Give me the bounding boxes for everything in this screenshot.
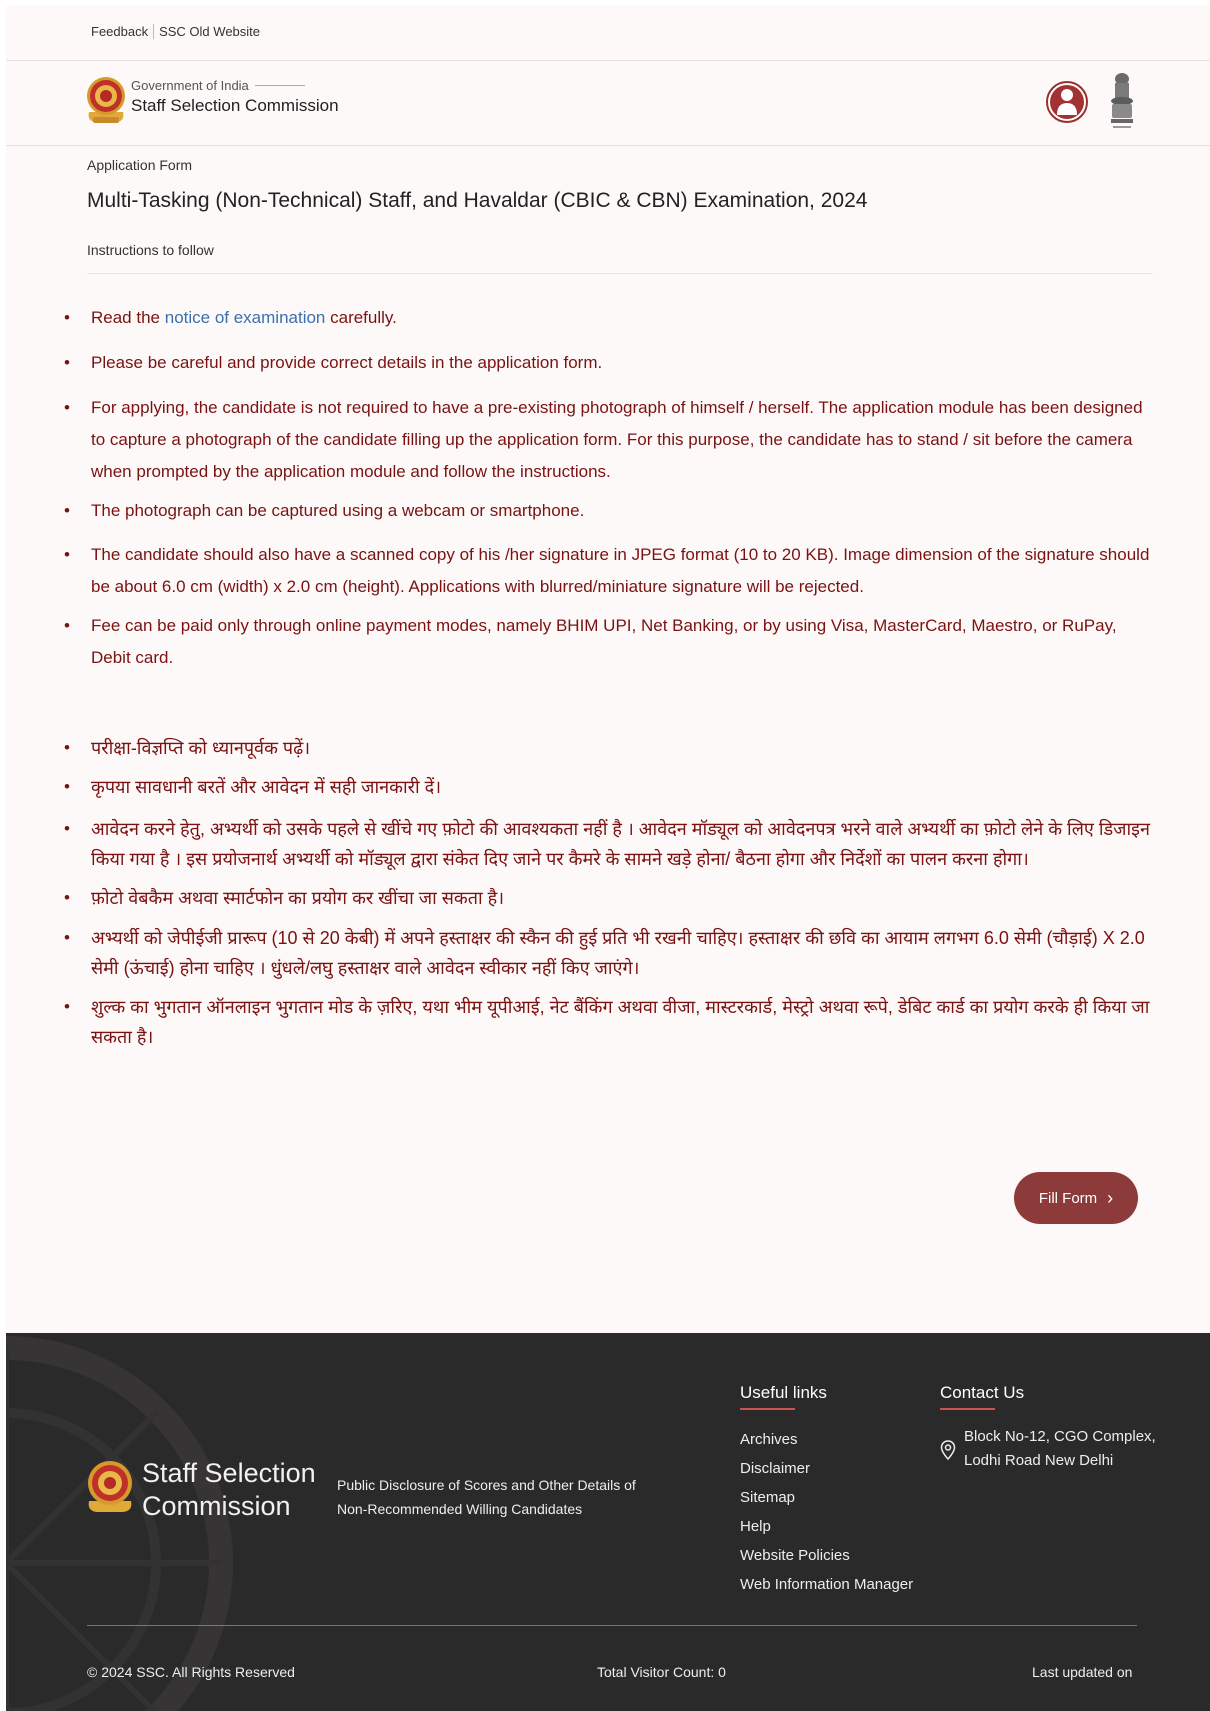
old-website-link[interactable]: SSC Old Website (159, 24, 260, 39)
list-item: The candidate should also have a scanned… (62, 539, 1152, 603)
list-item: For applying, the candidate is not requi… (62, 392, 1152, 488)
useful-links-list: Archives Disclaimer Sitemap Help Website… (740, 1425, 913, 1599)
site-header: Government of India Staff Selection Comm… (6, 61, 1210, 146)
public-disclosure-link[interactable]: Public Disclosure of Scores and Other De… (337, 1473, 647, 1521)
useful-links-heading: Useful links (740, 1383, 827, 1410)
list-item: कृपया सावधानी बरतें और आवेदन में सही जान… (62, 772, 1152, 802)
footer-divider (87, 1625, 1137, 1626)
gov-of-india-label: Government of India (131, 78, 339, 93)
heading-underline (940, 1408, 995, 1410)
divider (87, 273, 1153, 274)
site-footer: Staff Selection Commission Public Disclo… (6, 1333, 1210, 1711)
footer-org-line: Commission (142, 1491, 291, 1521)
list-item: शुल्क का भुगतान ऑनलाइन भुगतान मोड के ज़र… (62, 992, 1152, 1052)
contact-us-title: Contact Us (940, 1383, 1025, 1402)
feedback-link[interactable]: Feedback (91, 24, 148, 39)
top-utility-bar: Feedback SSC Old Website (6, 6, 1210, 61)
copyright: © 2024 SSC. All Rights Reserved (87, 1664, 295, 1680)
page: Feedback SSC Old Website Government of I… (6, 6, 1210, 1711)
list-item: परीक्षा-विज्ञप्ति को ध्यानपूर्वक पढ़ें। (62, 733, 1152, 763)
list-item: अभ्यर्थी को जेपीईजी प्रारूप (10 से 20 के… (62, 923, 1152, 983)
breadcrumb: Application Form (87, 157, 193, 173)
contact-address: Block No-12, CGO Complex, Lodhi Road New… (940, 1425, 1156, 1473)
list-item: The photograph can be captured using a w… (62, 495, 1152, 527)
fill-form-button[interactable]: Fill Form › (1014, 1172, 1138, 1224)
sitemap-link[interactable]: Sitemap (740, 1483, 913, 1512)
divider (153, 24, 155, 39)
footer-org-line: Staff Selection (142, 1458, 316, 1488)
heading-underline (740, 1408, 795, 1410)
page-title: Multi-Tasking (Non-Technical) Staff, and… (87, 189, 868, 212)
notice-of-examination-link[interactable]: notice of examination (165, 308, 326, 327)
user-avatar-icon[interactable] (1046, 73, 1088, 131)
disclaimer-link[interactable]: Disclaimer (740, 1454, 913, 1483)
national-emblem-icon (1111, 73, 1133, 128)
contact-us-heading: Contact Us (940, 1383, 1024, 1410)
list-item: आवेदन करने हेतु, अभ्यर्थी को उसके पहले स… (62, 814, 1152, 874)
decorative-line (254, 85, 305, 86)
brand: Government of India Staff Selection Comm… (131, 78, 339, 116)
useful-links-title: Useful links (740, 1383, 827, 1402)
address-line: Lodhi Road New Delhi (964, 1452, 1114, 1469)
address-line: Block No-12, CGO Complex, (964, 1428, 1156, 1445)
address-text: Block No-12, CGO Complex, Lodhi Road New… (964, 1425, 1156, 1473)
page-subtitle: Instructions to follow (87, 242, 214, 258)
list-item: फ़ोटो वेबकैम अथवा स्मार्टफोन का प्रयोग क… (62, 883, 1152, 913)
ssc-footer-logo (88, 1461, 132, 1512)
list-item: Read the notice of examination carefully… (62, 302, 1152, 334)
gov-text: Government of India (131, 78, 249, 93)
archives-link[interactable]: Archives (740, 1425, 913, 1454)
fill-form-label: Fill Form (1038, 1189, 1098, 1207)
list-item: Please be careful and provide correct de… (62, 347, 1152, 379)
last-updated: Last updated on (1032, 1664, 1133, 1680)
instruction-text: Read the (91, 308, 165, 327)
help-link[interactable]: Help (740, 1512, 913, 1541)
visitor-count: Total Visitor Count: 0 (597, 1664, 726, 1680)
ssc-logo[interactable] (85, 75, 127, 127)
top-links: Feedback SSC Old Website (91, 24, 260, 39)
footer-org-name: Staff Selection Commission (142, 1457, 316, 1523)
list-item: Fee can be paid only through online paym… (62, 610, 1152, 674)
location-pin-icon (940, 1440, 956, 1461)
website-policies-link[interactable]: Website Policies (740, 1541, 913, 1570)
instruction-text: carefully. (325, 308, 397, 327)
chevron-right-icon: › (1107, 1187, 1114, 1208)
org-name: Staff Selection Commission (131, 96, 339, 115)
web-information-manager-link[interactable]: Web Information Manager (740, 1570, 913, 1599)
